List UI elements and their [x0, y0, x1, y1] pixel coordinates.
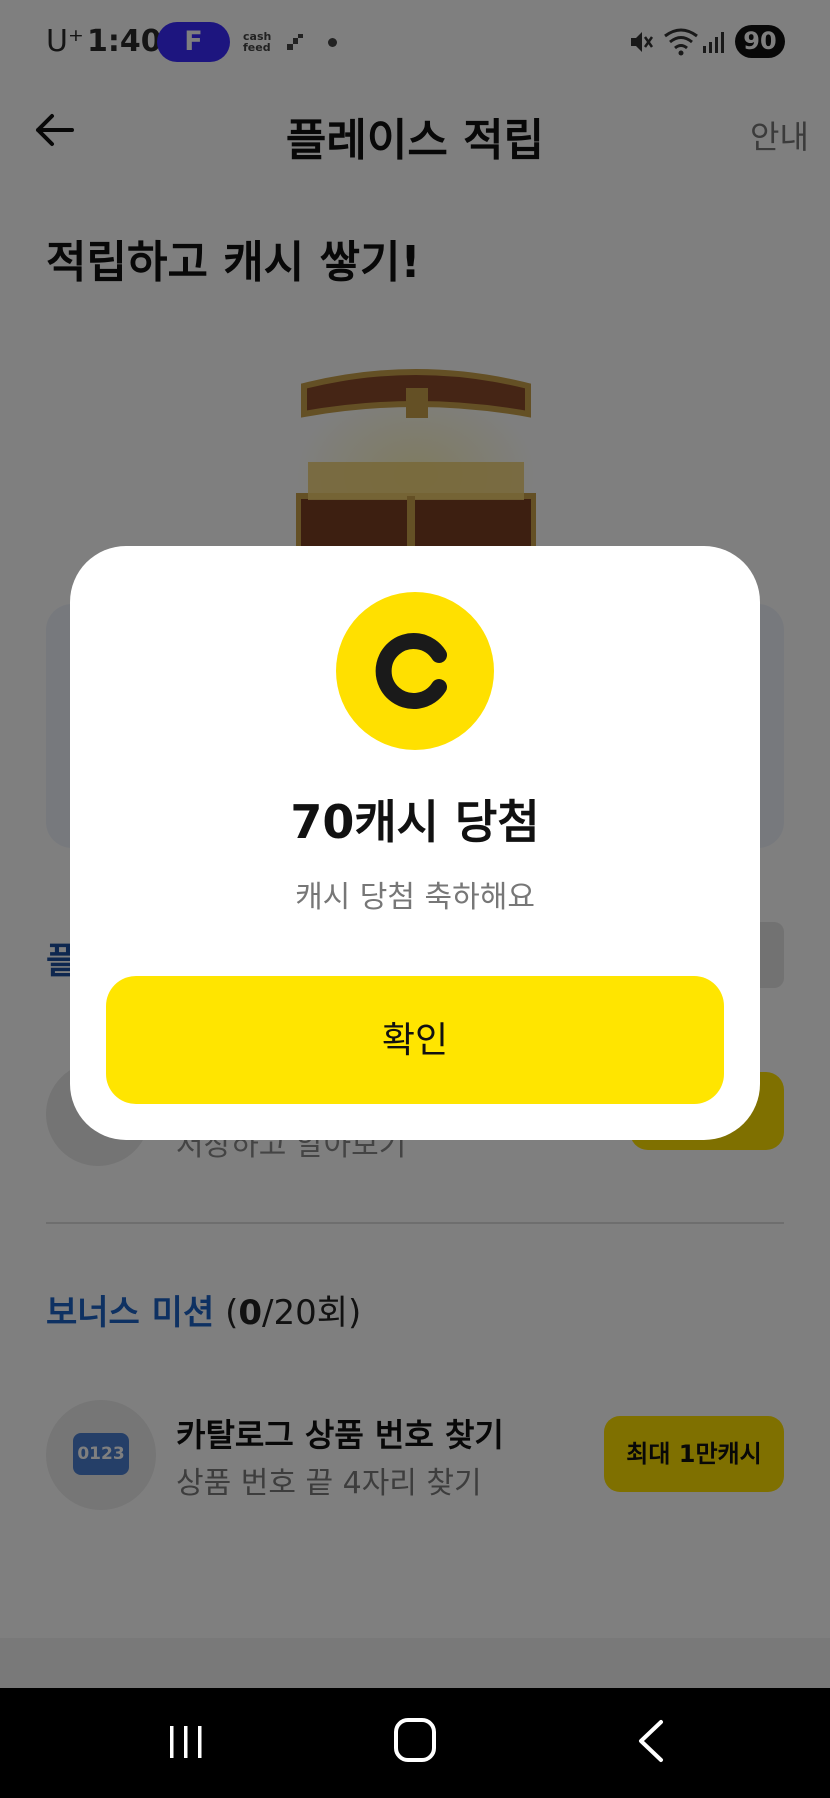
- cash-coin-icon: [336, 592, 494, 750]
- system-back-icon[interactable]: [635, 1718, 665, 1764]
- home-icon[interactable]: [394, 1718, 436, 1762]
- recent-apps-icon[interactable]: [166, 1722, 206, 1762]
- prize-description: 캐시 당첨 축하해요: [295, 880, 535, 915]
- coin-letter-c-icon: [375, 633, 447, 709]
- confirm-button[interactable]: 확인: [106, 976, 724, 1104]
- prize-title: 70캐시 당첨: [290, 795, 540, 849]
